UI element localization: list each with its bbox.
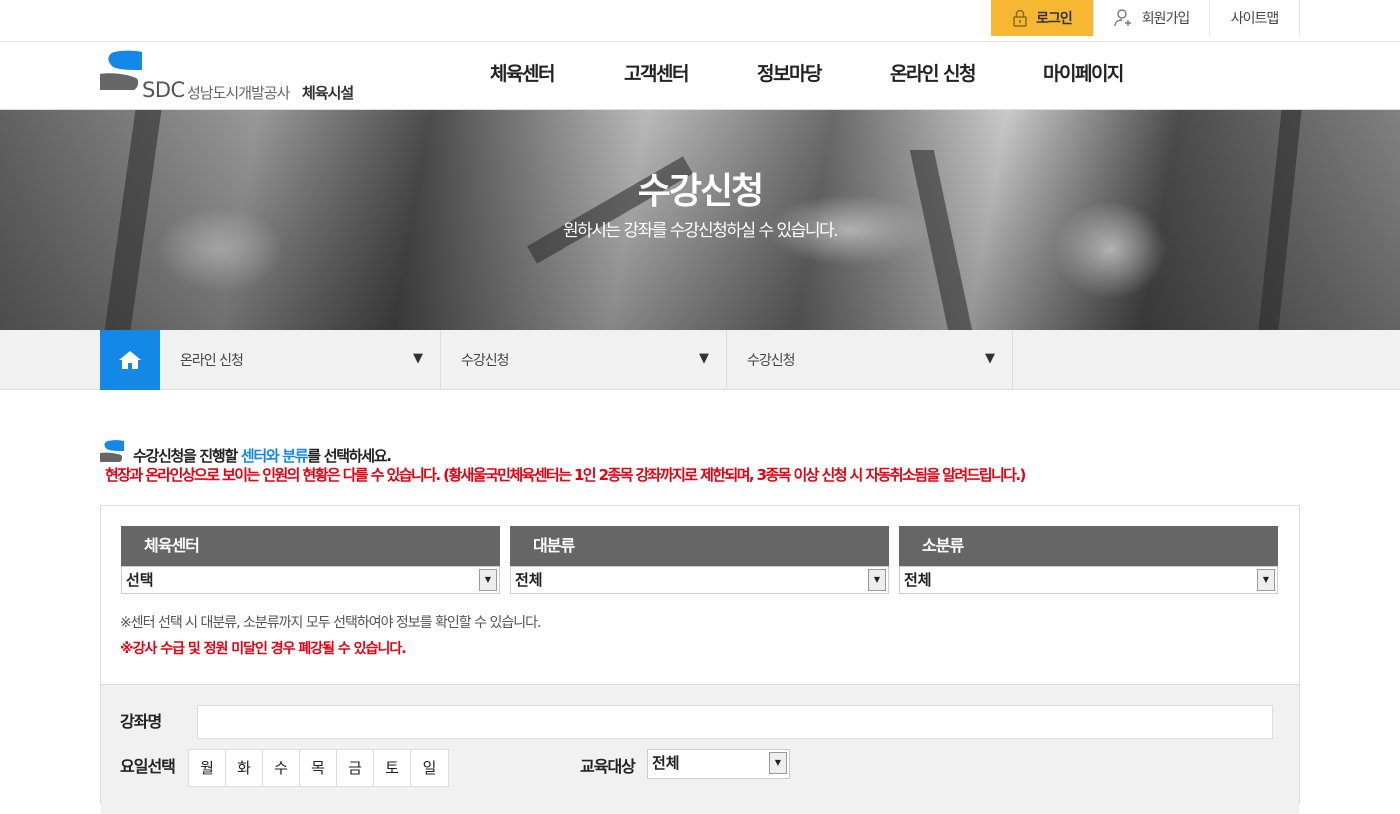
breadcrumb-label: 온라인 신청: [180, 353, 244, 369]
breadcrumb-dropdown-2[interactable]: 수강신청 ▼: [441, 330, 727, 390]
search-panel: 체육센터 선택 ▼ 대분류 전체 ▼ 소분류 전체 ▼ ※센터 선택 시 대분류…: [100, 505, 1300, 814]
center-select[interactable]: 선택 ▼: [121, 566, 500, 594]
nav-info[interactable]: 정보마당: [757, 59, 822, 86]
course-name-label: 강좌명: [120, 712, 162, 731]
day-sat[interactable]: 토: [374, 750, 411, 786]
select-arrow-icon: ▼: [1257, 569, 1275, 591]
day-selector: 월 화 수 목 금 토 일: [188, 749, 449, 787]
nav-online-apply[interactable]: 온라인 신청: [890, 59, 977, 86]
page-title: 수강신청: [637, 171, 764, 212]
guide-line-1: 수강신청을 진행할 센터와 분류를 선택하세요.: [133, 445, 392, 466]
major-category-select[interactable]: 전체 ▼: [510, 566, 889, 594]
day-fri[interactable]: 금: [337, 750, 374, 786]
site-header: SDC 성남도시개발공사 체육시설 체육센터 고객센터 정보마당 온라인 신청 …: [0, 42, 1400, 110]
hero-banner: 수강신청 원하시는 강좌를 수강신청하실 수 있습니다.: [0, 110, 1400, 330]
filter-header: 소분류: [899, 526, 1278, 566]
guide-text-highlight: 센터와 분류: [240, 447, 309, 465]
minor-category-select[interactable]: 전체 ▼: [899, 566, 1278, 594]
nav-sports-center[interactable]: 체육센터: [490, 59, 555, 86]
join-button[interactable]: 회원가입: [1094, 0, 1210, 36]
select-value: 선택: [126, 571, 154, 589]
breadcrumb-label: 수강신청: [461, 353, 510, 369]
home-button[interactable]: [100, 330, 160, 390]
sitemap-link[interactable]: 사이트맵: [1210, 0, 1300, 36]
course-search-area: 강좌명 요일선택 월 화 수 목 금 토 일 교육대상 전체 ▼: [101, 684, 1299, 814]
day-select-label: 요일선택: [120, 757, 176, 776]
login-label: 로그인: [1036, 11, 1073, 27]
join-label: 회원가입: [1141, 11, 1191, 27]
breadcrumb-dropdown-3[interactable]: 수강신청 ▼: [727, 330, 1013, 390]
triangle-down-icon: ▼: [413, 351, 423, 366]
day-tue[interactable]: 화: [226, 750, 263, 786]
breadcrumb: 온라인 신청 ▼ 수강신청 ▼ 수강신청 ▼: [0, 330, 1400, 390]
select-value: 전체: [652, 754, 680, 772]
day-sun[interactable]: 일: [411, 750, 448, 786]
filter-header: 체육센터: [121, 526, 500, 566]
login-button[interactable]: 로그인: [991, 0, 1094, 36]
filter-major-category: 대분류 전체 ▼: [510, 526, 889, 594]
filter-center: 체육센터 선택 ▼: [121, 526, 500, 594]
page-description: 원하시는 강좌를 수강신청하실 수 있습니다.: [562, 221, 839, 241]
target-label: 교육대상: [580, 757, 636, 776]
triangle-down-icon: ▼: [985, 351, 995, 366]
select-value: 전체: [904, 571, 932, 589]
select-value: 전체: [515, 571, 543, 589]
sdc-small-mark-icon: [100, 440, 124, 462]
day-thu[interactable]: 목: [300, 750, 337, 786]
nav-mypage[interactable]: 마이페이지: [1043, 59, 1124, 86]
lock-icon: [1012, 9, 1028, 27]
day-mon[interactable]: 월: [189, 750, 226, 786]
nav-customer-center[interactable]: 고객센터: [624, 59, 689, 86]
select-arrow-icon: ▼: [769, 752, 787, 774]
select-arrow-icon: ▼: [479, 569, 497, 591]
info-note: ※센터 선택 시 대분류, 소분류까지 모두 선택하여야 정보를 확인할 수 있…: [120, 615, 541, 631]
day-wed[interactable]: 수: [263, 750, 300, 786]
breadcrumb-dropdown-1[interactable]: 온라인 신청 ▼: [160, 330, 441, 390]
select-arrow-icon: ▼: [868, 569, 886, 591]
breadcrumb-label: 수강신청: [747, 353, 796, 369]
warning-note: ※강사 수급 및 정원 미달인 경우 폐강될 수 있습니다.: [120, 641, 407, 657]
triangle-down-icon: ▼: [699, 351, 709, 366]
course-name-input[interactable]: [197, 705, 1273, 739]
filter-header: 대분류: [510, 526, 889, 566]
target-select[interactable]: 전체 ▼: [647, 749, 790, 779]
guide-warning: 현장과 온라인상으로 보이는 인원의 현황은 다를 수 있습니다. (황새울국민…: [105, 466, 1026, 484]
utility-menu: 로그인 회원가입 사이트맵: [991, 0, 1300, 36]
top-utility-bar: 로그인 회원가입 사이트맵: [0, 0, 1400, 42]
home-icon: [119, 351, 141, 369]
guide-text-pre: 수강신청을 진행할: [133, 447, 241, 465]
user-add-icon: [1114, 8, 1134, 28]
filter-minor-category: 소분류 전체 ▼: [899, 526, 1278, 594]
guide-text-post: 를 선택하세요.: [307, 447, 392, 465]
main-nav: 체육센터 고객센터 정보마당 온라인 신청 마이페이지: [0, 42, 1400, 110]
